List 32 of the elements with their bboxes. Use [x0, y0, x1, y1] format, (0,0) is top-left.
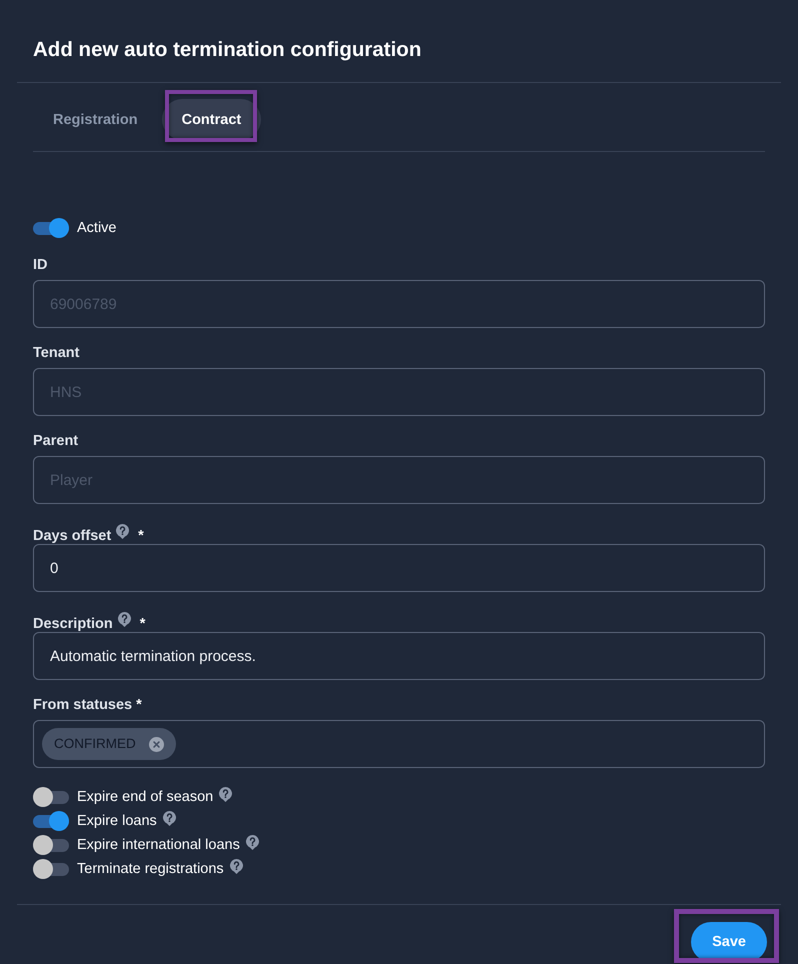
toggle-label: Expire loans [77, 812, 157, 831]
help-icon[interactable] [219, 787, 232, 802]
field-label: Tenant [33, 344, 80, 362]
help-icon[interactable] [118, 612, 131, 627]
required-mark: * [136, 696, 142, 714]
toggle-switch[interactable] [33, 835, 69, 855]
input-field[interactable]: Automatic termination process. [33, 632, 765, 680]
help-icon[interactable] [116, 524, 130, 539]
field-label: Parent [33, 432, 78, 450]
required-mark: * [140, 615, 146, 633]
toggle-switch[interactable] [33, 218, 69, 238]
required-mark: * [138, 527, 144, 545]
page-title: Add new auto termination configuration [33, 37, 422, 62]
toggle-switch[interactable] [33, 811, 69, 831]
tag-input-field[interactable]: CONFIRMED [33, 720, 765, 768]
toggle-label: Active [77, 219, 116, 238]
tab[interactable]: Registration [33, 99, 158, 140]
field-label: Description [33, 615, 113, 633]
toggle-switch[interactable] [33, 787, 69, 807]
toggle-switch[interactable] [33, 859, 69, 879]
tag-label: CONFIRMED [54, 736, 136, 752]
close-icon[interactable] [148, 736, 164, 752]
toggle-label: Expire end of season [77, 788, 214, 807]
field-label: ID [33, 256, 48, 274]
field-label: From statuses [33, 696, 132, 714]
help-icon[interactable] [230, 859, 243, 874]
help-icon[interactable] [162, 811, 176, 826]
input-field[interactable]: 0 [33, 544, 765, 592]
toggle-label: Terminate registrations [77, 860, 224, 879]
field-label: Days offset [33, 527, 112, 545]
toggle-label: Expire international loans [77, 836, 240, 855]
help-icon[interactable] [246, 835, 259, 850]
